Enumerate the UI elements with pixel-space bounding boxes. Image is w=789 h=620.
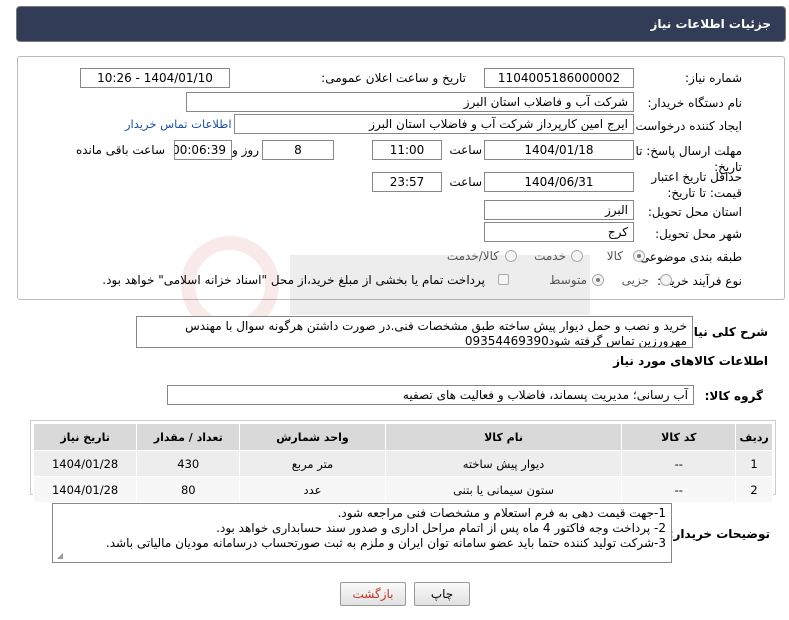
item-quantity: 80 bbox=[136, 476, 241, 503]
back-button[interactable]: بازگشت bbox=[340, 582, 406, 606]
col-unit-header: واحد شمارش bbox=[239, 423, 386, 451]
process-medium-label: متوسط bbox=[549, 273, 587, 287]
description-text: خرید و نصب و حمل دیوار پیش ساخته طبق مشخ… bbox=[185, 319, 687, 348]
requester-label: ایجاد کننده درخواست: bbox=[631, 119, 742, 133]
item-quantity: 430 bbox=[136, 450, 241, 477]
delivery-city-label: شهر محل تحویل: bbox=[655, 227, 742, 241]
announce-datetime-label: تاریخ و ساعت اعلان عمومی: bbox=[321, 71, 466, 85]
resize-grip-icon[interactable]: ◢ bbox=[55, 552, 63, 560]
col-qty-header: تعداد / مقدار bbox=[136, 423, 241, 451]
buyer-notes-textarea[interactable]: 1-جهت قیمت دهی به فرم استعلام و مشخصات ف… bbox=[52, 503, 672, 563]
category-goods-service-label: کالا/خدمت bbox=[446, 249, 499, 263]
category-goods-service-radio[interactable] bbox=[505, 250, 517, 262]
buyer-note-line: 1-جهت قیمت دهی به فرم استعلام و مشخصات ف… bbox=[337, 506, 666, 520]
buyer-note-line: 3-شرکت تولید کننده حتما باید عضو سامانه … bbox=[105, 536, 666, 550]
delivery-province-field[interactable]: البرز bbox=[484, 200, 634, 220]
print-button[interactable]: چاپ bbox=[414, 582, 470, 606]
remaining-time-field[interactable]: 00:06:39 bbox=[174, 140, 232, 160]
goods-group-field[interactable]: آب رسانی؛ مدیریت پسماند، فاضلاب و فعالیت… bbox=[167, 385, 694, 405]
deadline-date-field[interactable]: 1404/01/18 bbox=[484, 140, 634, 160]
validity-time-field[interactable]: 23:57 bbox=[372, 172, 442, 192]
price-validity-label: حداقل تاریخ اعتبار قیمت: تا تاریخ: bbox=[651, 170, 742, 200]
item-unit: متر مربع bbox=[239, 450, 386, 477]
buyer-org-field[interactable]: شرکت آب و فاضلاب استان البرز bbox=[186, 92, 634, 112]
table-row[interactable]: 2 -- ستون سیمانی یا بتنی عدد 80 1404/01/… bbox=[32, 476, 773, 503]
buyer-notes-label: توضیحات خریدار: bbox=[668, 527, 770, 541]
goods-group-label: گروه کالا: bbox=[704, 389, 763, 403]
deadline-time-label: ساعت bbox=[449, 143, 482, 157]
process-medium-radio[interactable] bbox=[592, 274, 604, 286]
category-goods-label: کالا bbox=[606, 249, 623, 263]
category-service-label: خدمت bbox=[534, 249, 566, 263]
validity-date-field[interactable]: 1404/06/31 bbox=[484, 172, 634, 192]
buyer-contact-link[interactable]: اطلاعات تماس خریدار bbox=[125, 117, 232, 131]
goods-section-title: اطلاعات کالاهای مورد نیاز bbox=[613, 354, 768, 368]
items-table-header: ردیف کد کالا نام کالا واحد شمارش تعداد /… bbox=[32, 423, 773, 451]
description-textarea[interactable]: خرید و نصب و حمل دیوار پیش ساخته طبق مشخ… bbox=[136, 316, 693, 348]
buyer-org-label: نام دستگاه خریدار: bbox=[647, 96, 743, 110]
delivery-city-field[interactable]: کرج bbox=[484, 222, 634, 242]
process-minor-radio[interactable] bbox=[660, 274, 672, 286]
category-goods-radio[interactable] bbox=[633, 250, 645, 262]
description-label: شرح کلی نیاز: bbox=[682, 325, 768, 339]
items-table: ردیف کد کالا نام کالا واحد شمارش تعداد /… bbox=[32, 423, 773, 503]
need-number-field[interactable]: 1104005186000002 bbox=[484, 68, 634, 88]
item-name: دیوار پیش ساخته bbox=[384, 450, 623, 477]
treasury-payment-note: پرداخت تمام یا بخشی از مبلغ خرید،از محل … bbox=[102, 273, 485, 287]
row-number: 1 bbox=[735, 450, 773, 477]
buyer-note-line: 2- پرداخت وجه فاکتور 4 ماه پس از اتمام م… bbox=[216, 521, 666, 535]
table-row[interactable]: 1 -- دیوار پیش ساخته متر مربع 430 1404/0… bbox=[32, 450, 773, 477]
requester-field[interactable]: ایرج امین کارپرداز شرکت آب و فاضلاب استا… bbox=[234, 114, 634, 134]
process-minor-label: جزیی bbox=[621, 273, 649, 287]
days-label: روز و bbox=[232, 143, 259, 157]
col-name-header: نام کالا bbox=[384, 423, 623, 451]
row-number: 2 bbox=[735, 476, 773, 503]
need-number-label: شماره نیاز: bbox=[685, 71, 742, 85]
page-title-bar: جزئیات اطلاعات نیاز bbox=[16, 6, 786, 42]
deadline-time-field[interactable]: 11:00 bbox=[372, 140, 442, 160]
col-row-header: ردیف bbox=[735, 423, 773, 451]
item-name: ستون سیمانی یا بتنی bbox=[384, 476, 623, 503]
col-code-header: کد کالا bbox=[621, 423, 737, 451]
announce-datetime-field[interactable]: 1404/01/10 - 10:26 bbox=[80, 68, 230, 88]
item-code: -- bbox=[621, 476, 737, 503]
validity-time-label: ساعت bbox=[449, 175, 482, 189]
delivery-province-label: استان محل تحویل: bbox=[647, 205, 742, 219]
category-service-radio[interactable] bbox=[571, 250, 583, 262]
remaining-time-label: ساعت باقی مانده bbox=[75, 143, 165, 157]
category-label: طبقه بندی موضوعی: bbox=[635, 250, 742, 264]
item-unit: عدد bbox=[239, 476, 386, 503]
treasury-payment-checkbox[interactable] bbox=[498, 274, 509, 285]
item-code: -- bbox=[621, 450, 737, 477]
days-remaining-field[interactable]: 8 bbox=[262, 140, 334, 160]
col-date-header: تاریخ نیاز bbox=[32, 423, 138, 451]
item-need-date: 1404/01/28 bbox=[32, 450, 138, 477]
page-title: جزئیات اطلاعات نیاز bbox=[650, 17, 771, 31]
item-need-date: 1404/01/28 bbox=[32, 476, 138, 503]
